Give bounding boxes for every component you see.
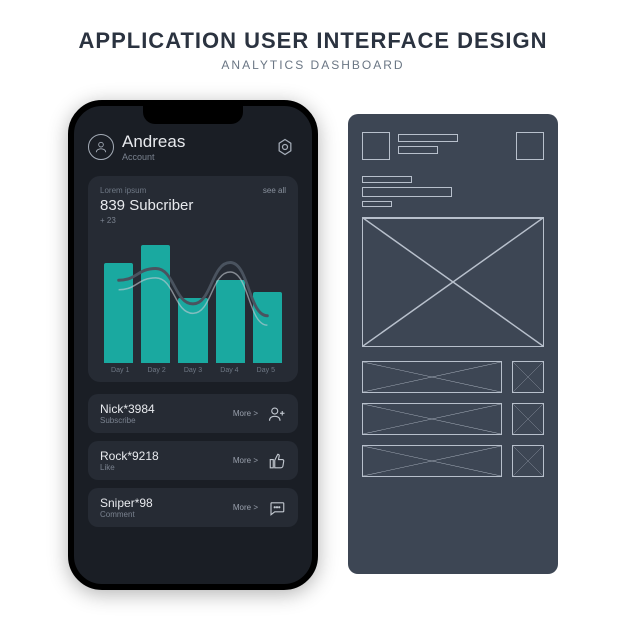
user-icon xyxy=(94,140,108,154)
app-header: Andreas Account xyxy=(88,132,298,162)
wireframe-panel xyxy=(348,114,558,574)
wf-settings-box xyxy=(516,132,544,160)
subscriber-count: 839 Subcriber xyxy=(100,197,286,214)
wf-chart-box xyxy=(362,217,544,347)
wf-line xyxy=(362,176,412,183)
wf-line xyxy=(398,134,458,142)
xaxis-label: Day 5 xyxy=(248,367,284,374)
wf-list-item xyxy=(362,361,544,393)
subscriber-delta: + 23 xyxy=(100,216,286,225)
more-link[interactable]: More > xyxy=(233,503,258,512)
activity-name: Sniper*98 xyxy=(100,496,233,510)
xaxis-label: Day 1 xyxy=(102,367,138,374)
wf-line xyxy=(362,187,452,197)
wf-line xyxy=(362,201,392,207)
settings-button[interactable] xyxy=(272,134,298,160)
user-plus-icon xyxy=(268,405,286,423)
wf-line xyxy=(398,146,438,154)
xaxis-label: Day 2 xyxy=(138,367,174,374)
activity-action: Comment xyxy=(100,510,233,519)
activity-name: Rock*9218 xyxy=(100,449,233,463)
stats-card: Lorem ipsum see all 839 Subcriber + 23 D… xyxy=(88,176,298,382)
more-link[interactable]: More > xyxy=(233,456,258,465)
gear-icon xyxy=(275,137,295,157)
activity-action: Like xyxy=(100,463,233,472)
activity-item[interactable]: Sniper*98CommentMore > xyxy=(88,488,298,527)
page-title: APPLICATION USER INTERFACE DESIGN xyxy=(0,28,626,54)
xaxis-label: Day 3 xyxy=(175,367,211,374)
activity-item[interactable]: Nick*3984SubscribeMore > xyxy=(88,394,298,433)
wf-list-item xyxy=(362,403,544,435)
activity-list: Nick*3984SubscribeMore >Rock*9218LikeMor… xyxy=(88,394,298,527)
activity-action: Subscribe xyxy=(100,416,233,425)
see-all-link[interactable]: see all xyxy=(263,186,286,195)
page-subtitle: ANALYTICS DASHBOARD xyxy=(0,58,626,72)
user-name: Andreas xyxy=(122,132,264,152)
more-link[interactable]: More > xyxy=(233,409,258,418)
chart-xaxis: Day 1Day 2Day 3Day 4Day 5 xyxy=(100,363,286,374)
message-icon xyxy=(268,499,286,517)
xaxis-label: Day 4 xyxy=(211,367,247,374)
card-caption: Lorem ipsum xyxy=(100,186,146,195)
activity-name: Nick*3984 xyxy=(100,402,233,416)
thumbs-up-icon xyxy=(268,452,286,470)
wf-list-item xyxy=(362,445,544,477)
wf-avatar-box xyxy=(362,132,390,160)
account-label: Account xyxy=(122,152,264,162)
activity-item[interactable]: Rock*9218LikeMore > xyxy=(88,441,298,480)
phone-mockup: Andreas Account Lorem ipsum see all 839 … xyxy=(68,100,318,590)
subscriber-chart xyxy=(100,233,286,363)
avatar[interactable] xyxy=(88,134,114,160)
